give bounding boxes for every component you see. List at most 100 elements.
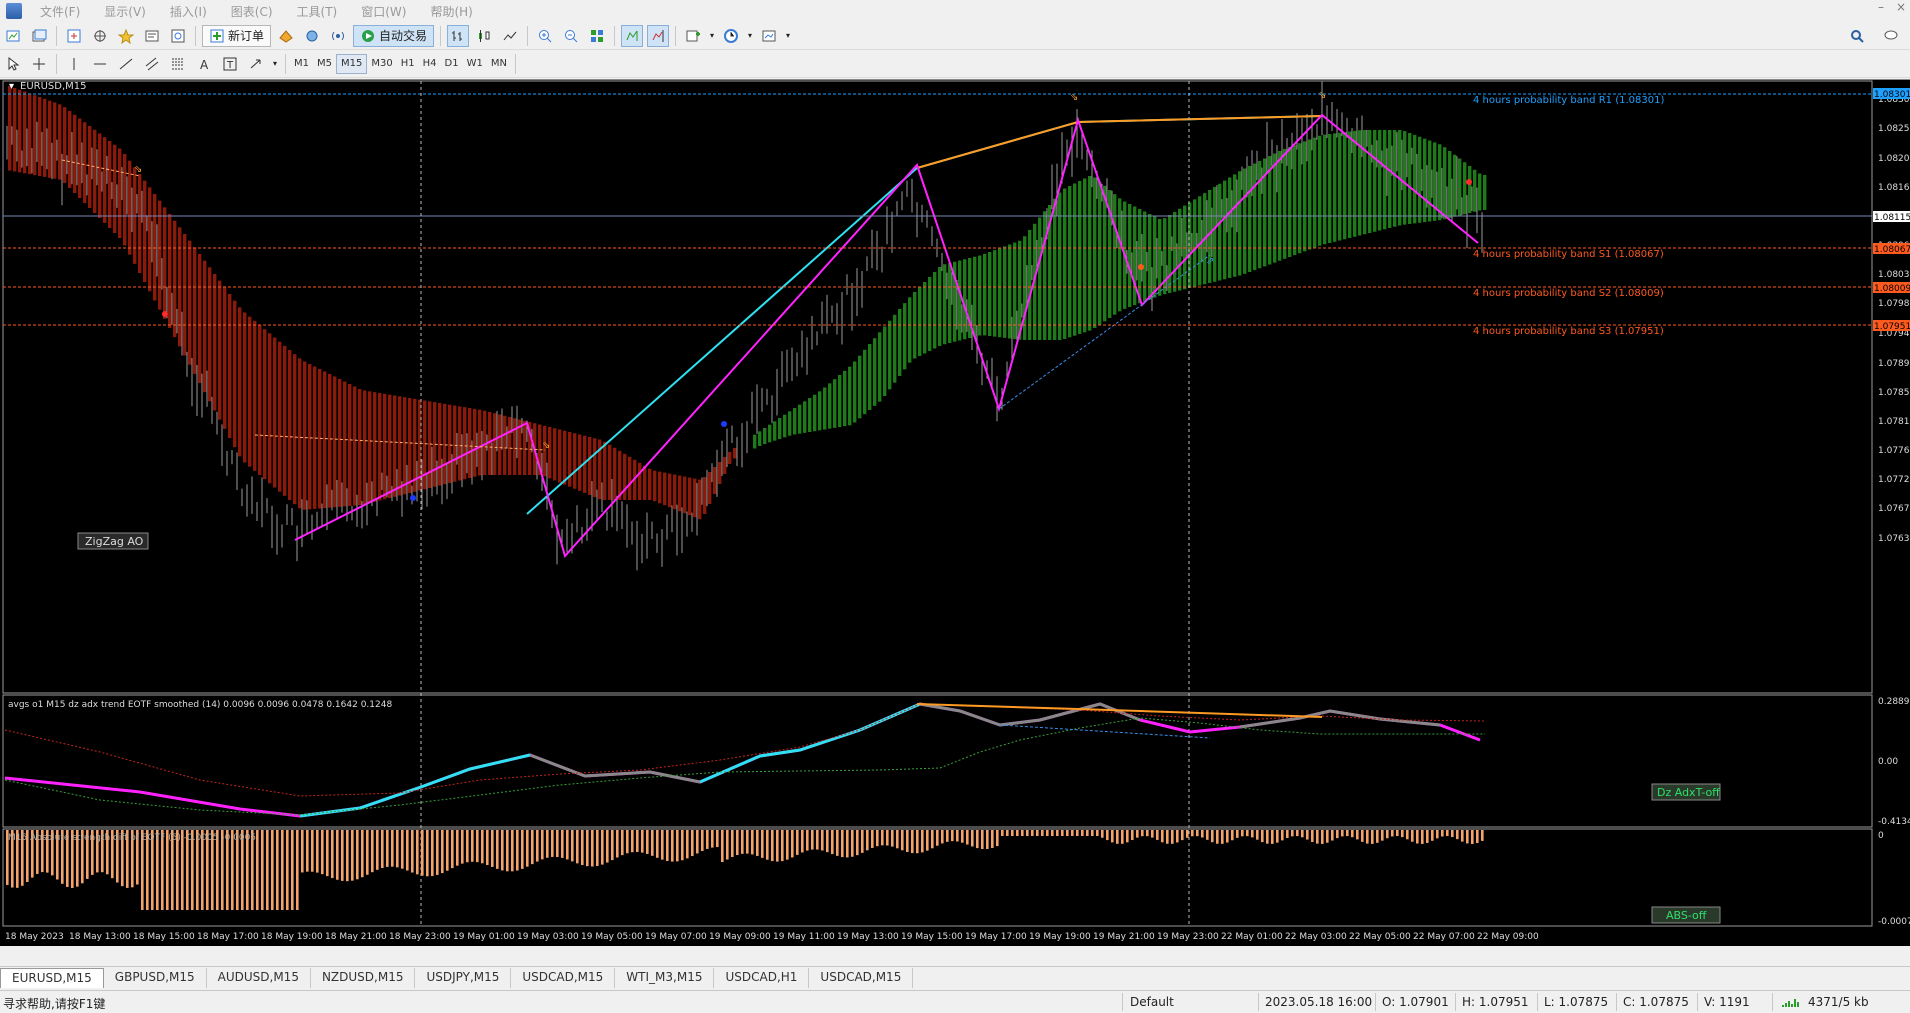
bull-ribbon-bar <box>1038 217 1042 340</box>
periods-icon[interactable] <box>720 25 742 47</box>
bear-ribbon-bar <box>453 405 457 482</box>
bull-ribbon-bar <box>993 250 997 337</box>
time-axis: 18 May 2023 18 May 13:00 18 May 15:00 18 Ma… <box>5 932 1539 942</box>
tab-usdcad-m15-2[interactable]: USDCAD,M15 <box>809 968 914 988</box>
tab-nzdusd-m15[interactable]: NZDUSD,M15 <box>311 968 416 988</box>
strategy-tester-icon[interactable] <box>167 25 189 47</box>
abs-strength-bar <box>1426 830 1429 843</box>
terminal-icon[interactable] <box>141 25 163 47</box>
tab-audusd-m15[interactable]: AUDUSD,M15 <box>207 968 311 988</box>
menu-view[interactable]: 显示(V) <box>92 3 158 20</box>
data-window-icon[interactable] <box>89 25 111 47</box>
new-order-button[interactable]: 新订单 <box>202 24 272 47</box>
timeframe-mn[interactable]: MN <box>487 54 511 74</box>
new-chart-icon[interactable] <box>2 25 24 47</box>
timeframe-h1[interactable]: H1 <box>397 54 419 74</box>
text-icon[interactable]: A <box>193 53 215 75</box>
close-window-button[interactable]: × <box>1896 0 1906 14</box>
bull-ribbon-bar <box>1423 138 1427 223</box>
price-tick-label: 1.07850 <box>1878 388 1910 398</box>
text-label-icon[interactable]: T <box>219 53 241 75</box>
abs-strength-bar <box>666 830 669 861</box>
abs-strength-bar <box>1341 830 1344 837</box>
menu-help[interactable]: 帮助(H) <box>418 3 484 20</box>
vertical-line-icon[interactable] <box>63 53 85 75</box>
abs-strength-bar <box>321 830 324 875</box>
menu-window[interactable]: 窗口(W) <box>349 3 418 20</box>
bear-ribbon-bar <box>673 474 677 510</box>
band-s3-label: 4 hours probability band S3 (1.07951) <box>1473 326 1664 337</box>
minimize-button[interactable]: – <box>1878 0 1884 14</box>
bear-ribbon-bar <box>293 354 297 505</box>
tile-windows-icon[interactable] <box>586 25 608 47</box>
dropdown-arrow-icon[interactable]: ▾ <box>708 25 716 47</box>
crosshair-icon[interactable] <box>28 53 50 75</box>
search-icon[interactable] <box>1846 25 1868 47</box>
menu-tools[interactable]: 工具(T) <box>285 3 350 20</box>
chart-canvas[interactable]: ⇘ ⇘ ⇘ ⇘ ⇗ 4 hours probability band R1 (1… <box>0 80 1910 947</box>
tab-wti-m3-m15[interactable]: WTI_M3,M15 <box>615 968 715 988</box>
fibonacci-icon[interactable] <box>167 53 189 75</box>
chat-icon[interactable] <box>1880 25 1902 47</box>
bear-ribbon-bar <box>68 111 72 188</box>
timeframe-m15[interactable]: M15 <box>336 53 368 74</box>
timeframe-d1[interactable]: D1 <box>441 54 463 74</box>
chart-shift-icon[interactable] <box>621 24 644 47</box>
abs-strength-bar <box>1121 830 1124 844</box>
dropdown-arrow-icon[interactable]: ▾ <box>271 53 279 75</box>
abs-strength-bar <box>846 830 849 858</box>
bull-ribbon-bar <box>1353 130 1357 237</box>
candlestick-chart-icon[interactable] <box>473 25 495 47</box>
dropdown-arrow-icon[interactable]: ▾ <box>784 25 792 47</box>
menu-charts[interactable]: 图表(C) <box>219 3 285 20</box>
abs-strength-bar <box>271 830 274 910</box>
abs-strength-bar <box>831 830 834 855</box>
line-chart-icon[interactable] <box>499 25 521 47</box>
equidistant-channel-icon[interactable] <box>141 53 163 75</box>
tab-usdcad-h1[interactable]: USDCAD,H1 <box>714 968 810 988</box>
signals-icon[interactable] <box>327 25 349 47</box>
timeframe-m1[interactable]: M1 <box>290 54 313 74</box>
dropdown-arrow-icon[interactable]: ▾ <box>746 25 754 47</box>
indicators-icon[interactable] <box>682 25 704 47</box>
profiles-icon[interactable] <box>28 25 50 47</box>
abs-strength-bar <box>261 830 264 910</box>
menu-insert[interactable]: 插入(I) <box>158 3 219 20</box>
trendline-icon[interactable] <box>115 53 137 75</box>
bull-ribbon-bar <box>1003 246 1007 338</box>
metaeditor-icon[interactable] <box>275 25 297 47</box>
options-icon[interactable] <box>301 25 323 47</box>
current-price-label: 1.08115 <box>1874 213 1910 223</box>
bear-ribbon-bar <box>253 320 257 471</box>
zoom-out-icon[interactable] <box>560 25 582 47</box>
chart-window[interactable]: ⇘ ⇘ ⇘ ⇘ ⇗ 4 hours probability band R1 (1… <box>0 79 1910 946</box>
menu-file[interactable]: 文件(F) <box>28 3 92 20</box>
bull-ribbon-bar <box>1063 188 1067 339</box>
bear-ribbon-bar <box>63 107 67 183</box>
bar-chart-icon[interactable] <box>447 24 470 47</box>
tab-usdjpy-m15[interactable]: USDJPY,M15 <box>415 968 512 988</box>
abs-strength-bar <box>1051 830 1054 836</box>
abs-strength-bar <box>1146 830 1149 837</box>
timeframe-w1[interactable]: W1 <box>463 54 487 74</box>
chart-menu-triangle-icon[interactable]: ▾ <box>9 81 14 92</box>
timeframe-m5[interactable]: M5 <box>313 54 336 74</box>
auto-scroll-icon[interactable] <box>647 24 670 47</box>
abs-strength-bar <box>1116 830 1119 844</box>
cursor-icon[interactable] <box>2 53 24 75</box>
tab-gbpusd-m15[interactable]: GBPUSD,M15 <box>104 968 207 988</box>
zoom-in-icon[interactable] <box>534 25 556 47</box>
timeframe-h4[interactable]: H4 <box>419 54 441 74</box>
bear-ribbon-bar <box>578 434 582 491</box>
abs-strength-bar <box>1411 830 1414 842</box>
navigator-icon[interactable] <box>115 25 137 47</box>
market-watch-icon[interactable] <box>63 25 85 47</box>
bull-ribbon-bar <box>833 379 837 428</box>
auto-trading-button[interactable]: 自动交易 <box>353 24 435 47</box>
arrows-icon[interactable] <box>245 53 267 75</box>
templates-icon[interactable] <box>758 25 780 47</box>
tab-eurusd-m15[interactable]: EURUSD,M15 <box>0 968 104 988</box>
timeframe-m30[interactable]: M30 <box>367 54 396 74</box>
horizontal-line-icon[interactable] <box>89 53 111 75</box>
tab-usdcad-m15[interactable]: USDCAD,M15 <box>511 968 616 988</box>
